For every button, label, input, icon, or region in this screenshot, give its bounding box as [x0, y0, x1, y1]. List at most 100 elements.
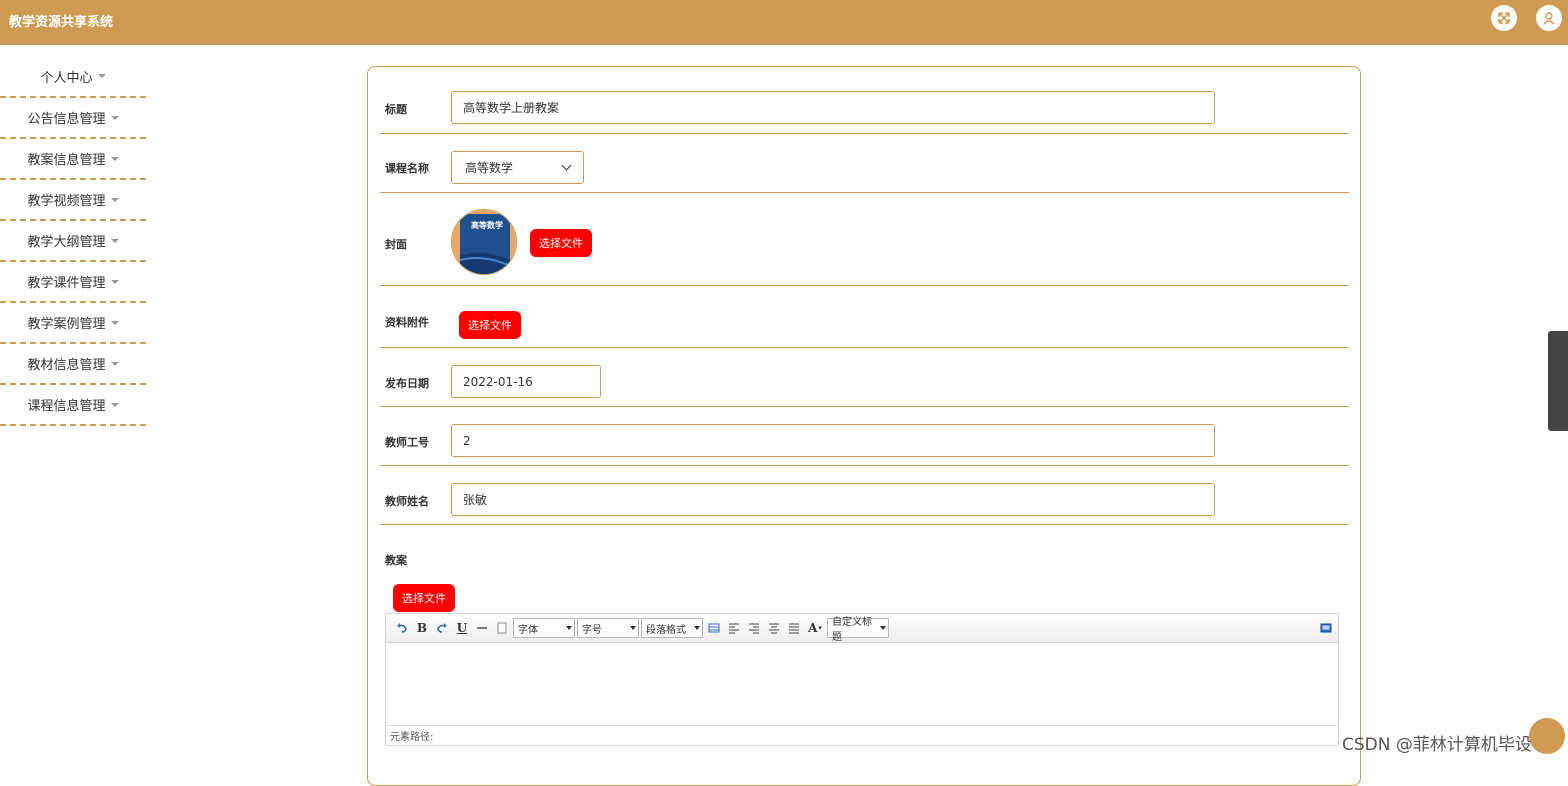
element-path-label: 元素路径: [390, 732, 434, 743]
rich-text-editor: B U 字体 字号 段落格式 A ▾ 自定义标题 元素路径: [385, 613, 1339, 746]
teacher-id-input[interactable]: 2 [451, 424, 1215, 457]
insert-table-button[interactable] [704, 618, 724, 638]
dropdown-arrow-icon [630, 626, 636, 630]
sidebar-item-textbooks[interactable]: 教材信息管理 [0, 344, 146, 385]
app-title: 教学资源共享系统 [9, 15, 114, 30]
user-icon [1543, 12, 1555, 25]
title-label: 标题 [385, 103, 407, 116]
caret-down-icon [110, 156, 119, 161]
sidebar-item-label: 教学案例管理 [27, 317, 106, 332]
watermark-text: CSDN @菲林计算机毕设 [1342, 735, 1532, 755]
caret-down-icon [110, 402, 119, 407]
align-right-button[interactable] [744, 618, 764, 638]
sidebar-item-personal-center[interactable]: 个人中心 [0, 56, 146, 98]
caret-down-icon [110, 238, 119, 243]
top-header: 教学资源共享系统 [0, 0, 1568, 45]
form-row-attachment: 资料附件 选择文件 [380, 286, 1349, 348]
dropdown-arrow-icon [880, 626, 886, 630]
course-select-value: 高等数学 [465, 161, 514, 175]
paragraph-format-label: 段落格式 [646, 624, 686, 636]
caret-down-icon [110, 361, 119, 366]
expand-icon [1498, 12, 1510, 24]
fullscreen-button[interactable] [1491, 5, 1517, 31]
teacher-name-input[interactable]: 张敏 [451, 483, 1215, 516]
sidebar-item-label: 个人中心 [40, 70, 93, 86]
align-center-button[interactable] [764, 618, 784, 638]
sidebar-item-announcements[interactable]: 公告信息管理 [0, 98, 146, 139]
align-left-button[interactable] [724, 618, 744, 638]
sidebar-item-label: 教学视频管理 [27, 194, 106, 209]
sidebar-item-courses[interactable]: 课程信息管理 [0, 385, 146, 426]
font-color-button[interactable]: A ▾ [804, 618, 826, 638]
sidebar-item-label: 课程信息管理 [27, 399, 106, 414]
lesson-plan-choose-file-button[interactable]: 选择文件 [393, 584, 455, 612]
font-family-select[interactable]: 字体 [513, 618, 575, 638]
bold-button[interactable]: B [412, 618, 432, 638]
teacher-id-label: 教师工号 [385, 436, 429, 449]
form-row-publish-date: 发布日期 2022-01-16 [380, 348, 1349, 407]
caret-down-icon [110, 320, 119, 325]
floating-action-button[interactable] [1529, 718, 1565, 754]
paragraph-format-select[interactable]: 段落格式 [641, 618, 703, 638]
caret-down-icon [110, 197, 119, 202]
undo-button[interactable] [392, 618, 412, 638]
align-justify-icon [789, 623, 799, 634]
redo-button[interactable] [432, 618, 452, 638]
form-row-teacher-name: 教师姓名 张敏 [380, 466, 1349, 525]
form-row-teacher-id: 教师工号 2 [380, 407, 1349, 466]
element-path-bar: 元素路径: [386, 725, 1338, 745]
align-left-icon [729, 623, 739, 634]
sidebar-item-lesson-plans[interactable]: 教案信息管理 [0, 139, 146, 180]
sidebar-item-syllabus[interactable]: 教学大纲管理 [0, 221, 146, 262]
form-panel: 标题 高等数学上册教案 课程名称 高等数学 封面 高等数学 选择文件 资料附件 … [367, 66, 1361, 786]
sidebar-item-videos[interactable]: 教学视频管理 [0, 180, 146, 221]
underline-button[interactable]: U [452, 618, 472, 638]
title-input[interactable]: 高等数学上册教案 [451, 91, 1215, 124]
attachment-label: 资料附件 [385, 316, 429, 329]
font-size-label: 字号 [582, 624, 602, 636]
course-label: 课程名称 [385, 162, 429, 175]
sidebar-item-courseware[interactable]: 教学课件管理 [0, 262, 146, 303]
cover-choose-file-button[interactable]: 选择文件 [530, 229, 592, 257]
cover-label: 封面 [385, 238, 407, 251]
cover-image-title: 高等数学 [471, 221, 503, 230]
user-menu-button[interactable] [1536, 5, 1562, 31]
sidebar-item-label: 教学大纲管理 [27, 235, 106, 250]
sidebar-item-label: 教材信息管理 [27, 358, 106, 373]
dropdown-arrow-icon [694, 626, 700, 630]
sidebar-item-cases[interactable]: 教学案例管理 [0, 303, 146, 344]
sidebar: 个人中心 公告信息管理 教案信息管理 教学视频管理 教学大纲管理 教学课件管理 … [0, 56, 146, 426]
form-row-title: 标题 高等数学上册教案 [380, 75, 1349, 134]
cover-image[interactable]: 高等数学 [451, 209, 517, 275]
dropdown-arrow-icon: ▾ [818, 624, 822, 632]
dropdown-arrow-icon [566, 626, 572, 630]
editor-toolbar: B U 字体 字号 段落格式 A ▾ 自定义标题 [386, 614, 1338, 643]
side-drawer-tab[interactable] [1548, 331, 1568, 431]
caret-down-icon [97, 74, 106, 78]
redo-icon [437, 623, 447, 633]
custom-title-label: 自定义标题 [832, 617, 872, 643]
caret-down-icon [110, 115, 119, 120]
sidebar-item-label: 公告信息管理 [27, 112, 106, 127]
source-view-button[interactable] [1316, 618, 1336, 638]
publish-date-input[interactable]: 2022-01-16 [451, 365, 601, 398]
align-justify-button[interactable] [784, 618, 804, 638]
form-row-cover: 封面 高等数学 选择文件 [380, 193, 1349, 286]
undo-icon [397, 623, 407, 633]
font-color-icon: A [808, 621, 818, 635]
editor-content-area[interactable] [386, 643, 1338, 725]
sidebar-item-label: 教案信息管理 [27, 153, 106, 168]
caret-down-icon [110, 279, 119, 284]
attachment-choose-file-button[interactable]: 选择文件 [459, 311, 521, 339]
monitor-icon [1320, 623, 1332, 633]
horizontal-rule-button[interactable] [472, 618, 492, 638]
publish-date-label: 发布日期 [385, 377, 429, 390]
font-family-label: 字体 [518, 624, 538, 636]
paste-plain-button[interactable] [492, 618, 512, 638]
custom-title-select[interactable]: 自定义标题 [827, 617, 889, 643]
horizontal-rule-icon [477, 627, 487, 629]
form-row-course: 课程名称 高等数学 [380, 134, 1349, 193]
font-size-select[interactable]: 字号 [577, 618, 639, 638]
align-center-icon [769, 623, 779, 634]
course-select[interactable]: 高等数学 [451, 151, 584, 184]
